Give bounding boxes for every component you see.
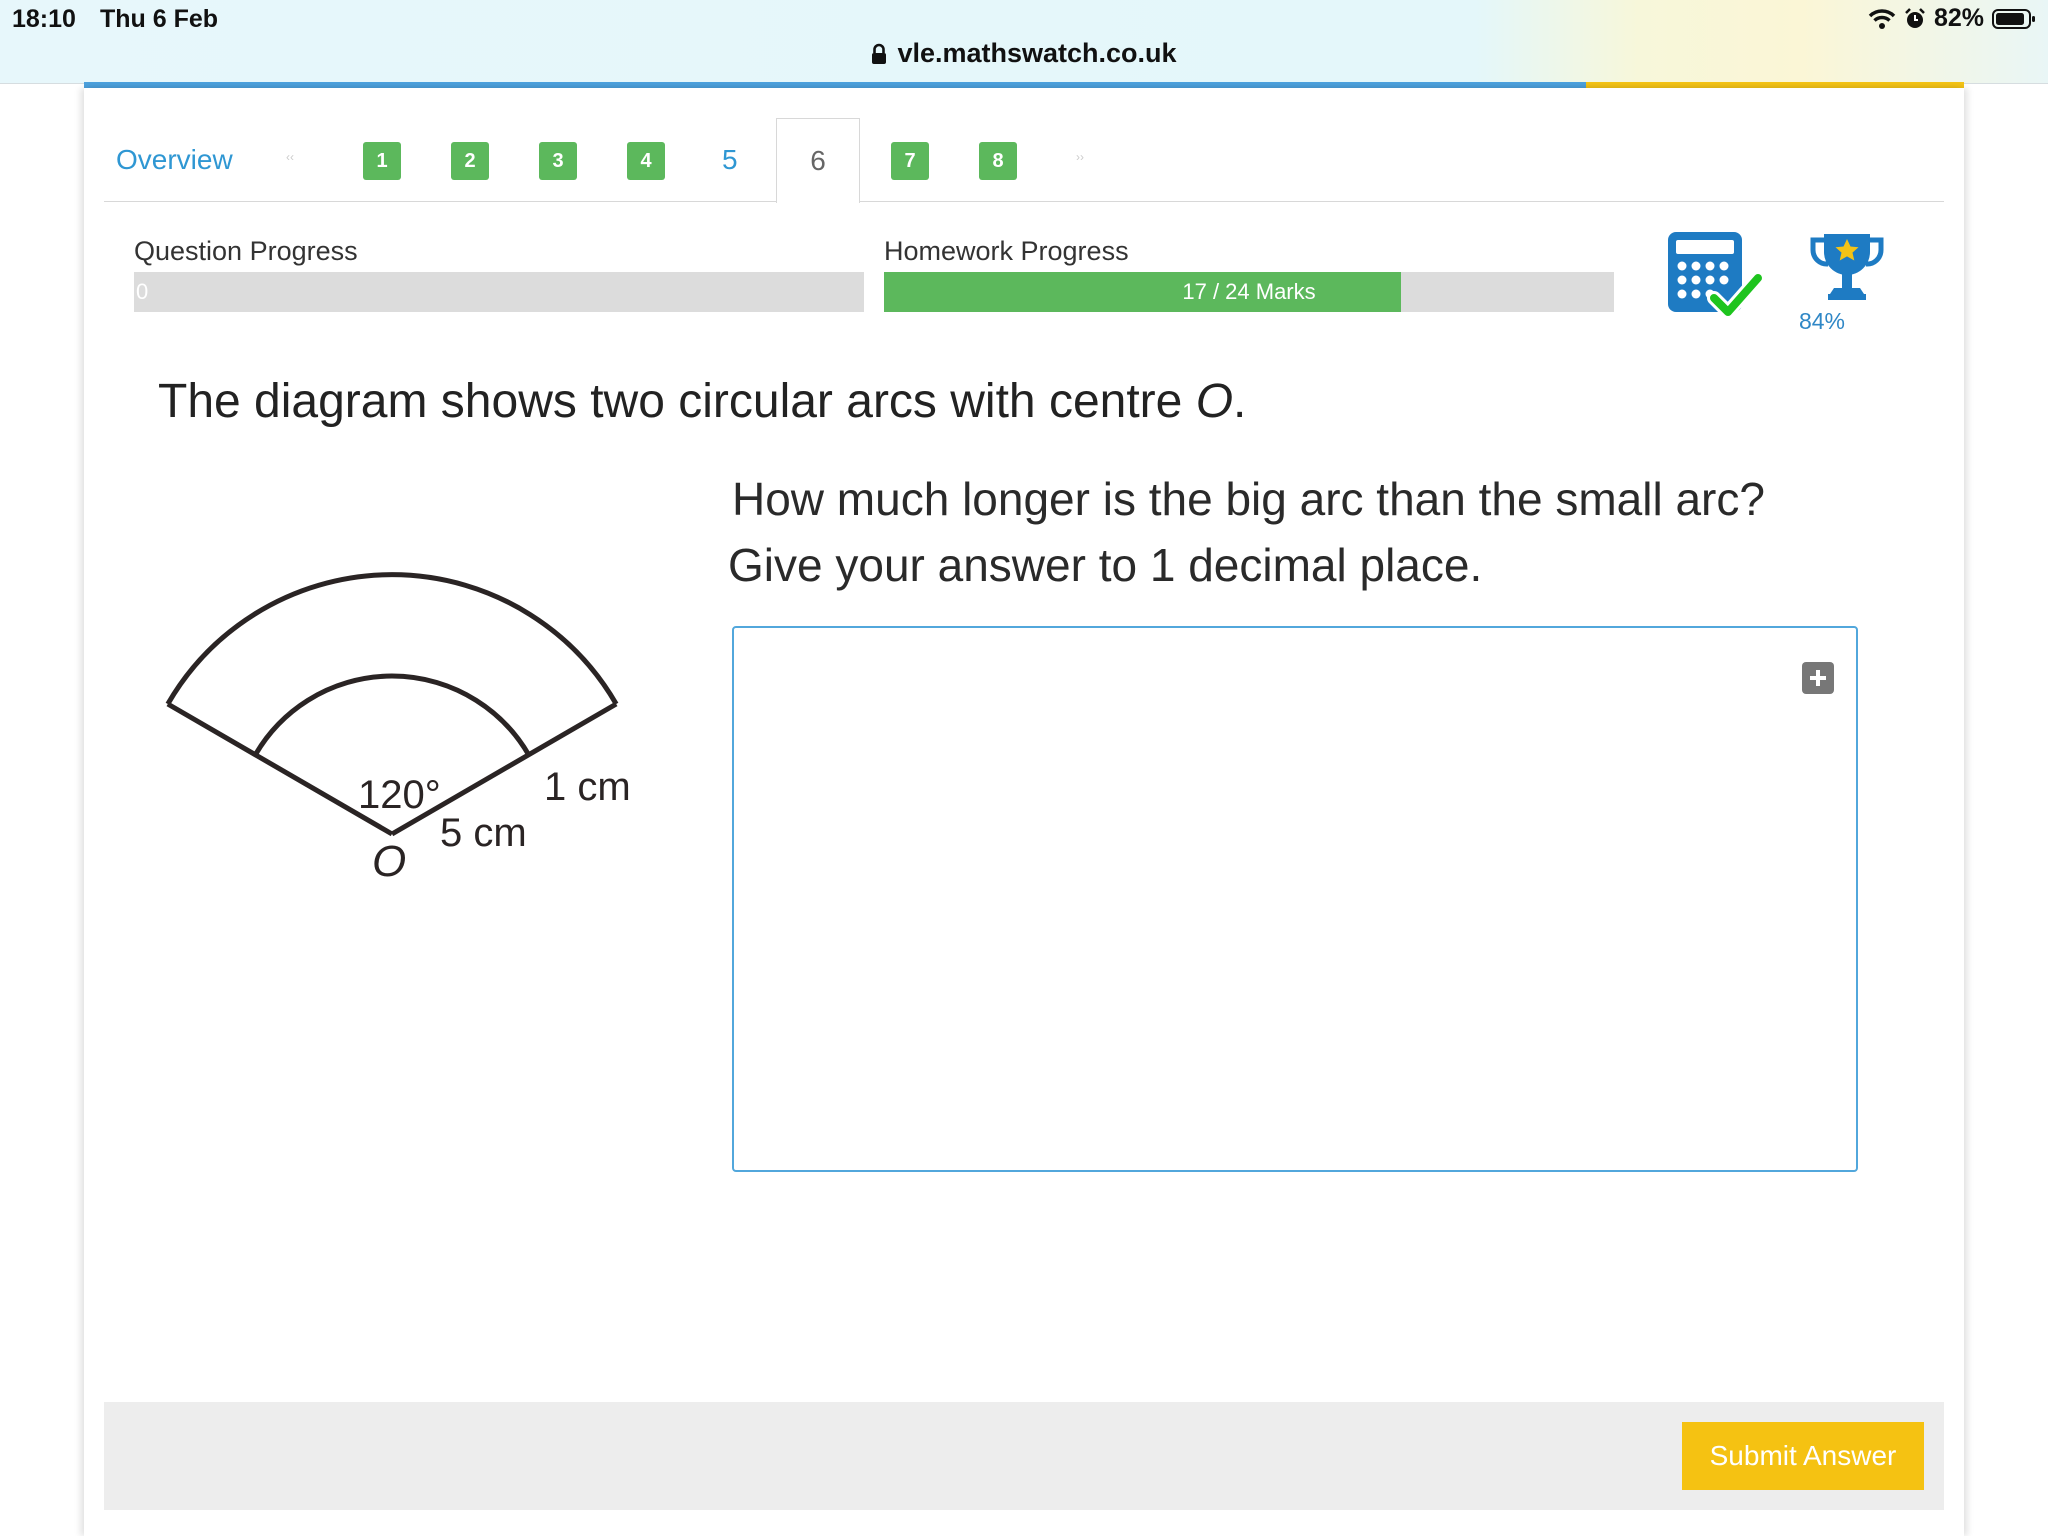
tab-next-arrow[interactable]: ››: [1076, 150, 1084, 164]
calculator-check-icon[interactable]: [1662, 228, 1766, 326]
status-icons: 82%: [1868, 4, 2036, 33]
lock-icon: [872, 43, 887, 64]
homework-progress-label: Homework Progress: [884, 236, 1129, 266]
question-progress-bar: 0: [134, 272, 864, 312]
tab-question-8[interactable]: 8: [979, 142, 1017, 180]
gap-label: 1 cm: [544, 765, 631, 809]
url-text: vle.mathswatch.co.uk: [897, 38, 1177, 68]
question-progress-label: Question Progress: [134, 236, 358, 266]
inner-arc: [253, 673, 531, 757]
question-intro-end: .: [1233, 375, 1247, 428]
homework-progress-text: 17 / 24 Marks: [1182, 279, 1316, 304]
tab-question-3[interactable]: 3: [539, 142, 577, 180]
status-date: Thu 6 Feb: [100, 5, 219, 33]
sector-diagram: 120° 5 cm 1 cm O: [165, 572, 631, 886]
angle-label: 120°: [358, 773, 441, 817]
browser-top-bar: 18:10 Thu 6 Feb 82% vle.mathswatch.co.uk: [0, 0, 2048, 88]
tab-overview[interactable]: Overview: [116, 144, 233, 176]
alarm-icon: [1905, 7, 1925, 28]
outer-arc: [165, 572, 619, 706]
question-line-2: Give your answer to 1 decimal place.: [728, 539, 1483, 591]
status-time: 18:10: [12, 5, 76, 33]
tab-question-7[interactable]: 7: [891, 142, 929, 180]
tab-question-2[interactable]: 2: [451, 142, 489, 180]
question-intro-text: The diagram shows two circular arcs with…: [158, 375, 1196, 428]
score-percent: 84%: [1798, 308, 1846, 334]
submit-answer-button[interactable]: Submit Answer: [1682, 1422, 1924, 1490]
question-intro-variable: O: [1195, 375, 1234, 428]
battery-icon: [1992, 8, 2035, 29]
inner-radius-label: 5 cm: [440, 811, 527, 855]
centre-label: O: [372, 837, 406, 886]
homework-progress-bar: 17 / 24 Marks: [884, 272, 1614, 312]
tab-question-1[interactable]: 1: [363, 142, 401, 180]
trophy-icon: [1810, 234, 1884, 300]
question-intro: The diagram shows two circular arcs with…: [158, 374, 1246, 429]
question-tabs: Overview ‹‹ 1 2 3 4 5 6 7 8 ››: [104, 118, 1944, 203]
question-line-1: How much longer is the big arc than the …: [732, 473, 1765, 525]
battery-percent: 82%: [1933, 4, 1984, 32]
homework-card: Overview ‹‹ 1 2 3 4 5 6 7 8 ›› Question …: [84, 88, 1964, 1536]
question-progress-value: 0: [136, 279, 149, 304]
answer-input-area[interactable]: [732, 626, 1858, 1172]
plus-icon[interactable]: [1802, 662, 1834, 694]
tab-question-6[interactable]: 6: [776, 118, 860, 203]
tab-question-5[interactable]: 5: [722, 144, 738, 176]
tab-prev-arrow[interactable]: ‹‹: [286, 150, 294, 164]
address-bar[interactable]: vle.mathswatch.co.uk: [0, 38, 2048, 69]
wifi-icon: [1868, 8, 1896, 29]
tab-question-4[interactable]: 4: [627, 142, 665, 180]
answer-footer: Submit Answer: [104, 1402, 1944, 1510]
